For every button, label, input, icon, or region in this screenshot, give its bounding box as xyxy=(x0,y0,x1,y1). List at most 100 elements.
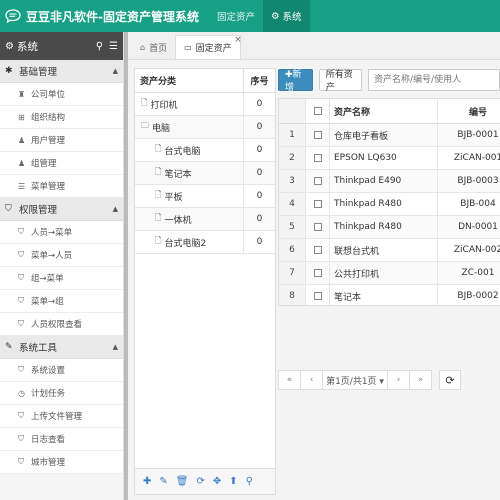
category-row[interactable]: 🗋 一体机 0 xyxy=(135,208,275,231)
sidebar-item-label: 菜单→人员 xyxy=(31,251,73,261)
category-column-header: 资产分类 xyxy=(135,69,244,92)
menu-item-icon: ⛉ xyxy=(18,273,24,282)
category-row[interactable]: 🗋 笔记本 0 xyxy=(135,162,275,185)
topnav-fixed-assets[interactable]: 固定资产 xyxy=(209,0,263,32)
sidebar-item-label: 日志查看 xyxy=(31,435,66,445)
category-row[interactable]: 🗋 平板 0 xyxy=(135,185,275,208)
sidebar-item[interactable]: ⛉ 菜单→组 xyxy=(0,290,123,313)
row-checkbox[interactable] xyxy=(306,239,330,261)
row-checkbox[interactable] xyxy=(306,147,330,169)
sidebar-item[interactable]: ⛉ 人员权限查看 xyxy=(0,313,123,336)
tab-fixed-assets[interactable]: ▭ 固定资产 × xyxy=(175,35,242,59)
category-name: 笔记本 xyxy=(164,169,192,180)
delete-icon[interactable]: 🗑 xyxy=(176,476,189,487)
caret-up-icon: ▲ xyxy=(112,205,118,213)
asset-name-cell: Thinkpad R480 xyxy=(330,216,438,238)
menu-item-icon: ⛉ xyxy=(18,457,24,466)
menu-item-icon: ♟ xyxy=(18,158,26,168)
edit-icon[interactable]: ✎ xyxy=(159,476,167,487)
top-bar: 豆豆非凡软件-固定资产管理系统 固定资产 ⚙ 系统 xyxy=(0,0,500,32)
table-row[interactable]: 1 仓库电子看板 BJB-0001 xyxy=(279,124,500,147)
sidebar-item[interactable]: ♟ 用户管理 xyxy=(0,129,123,152)
sidebar-item[interactable]: ⛉ 人员→菜单 xyxy=(0,221,123,244)
sidebar-item[interactable]: ⛉ 城市管理 xyxy=(0,451,123,474)
refresh-icon[interactable]: ⟳ xyxy=(196,476,204,487)
menu-item-icon: ♟ xyxy=(18,135,26,145)
row-number: 2 xyxy=(279,147,306,169)
row-number: 5 xyxy=(279,216,306,238)
first-page-button[interactable]: « xyxy=(278,370,301,390)
row-number: 4 xyxy=(279,193,306,215)
sidebar-item[interactable]: ⛉ 系统设置 xyxy=(0,359,123,382)
sidebar-item-label: 系统设置 xyxy=(31,366,66,376)
table-row[interactable]: 3 Thinkpad E490 BJB-0003 xyxy=(279,170,500,193)
asset-code-cell: BJB-004 xyxy=(460,199,496,209)
select-all-checkbox[interactable] xyxy=(306,99,330,123)
category-seq: 0 xyxy=(256,168,263,178)
add-asset-button[interactable]: ✚新增 xyxy=(278,69,313,93)
menu-item-icon: ♜ xyxy=(18,89,26,99)
sidebar-item-label: 菜单管理 xyxy=(31,182,66,192)
search-icon[interactable]: ⚲ xyxy=(96,41,103,52)
app-title: 豆豆非凡软件-固定资产管理系统 xyxy=(26,9,199,24)
sidebar-item[interactable]: ⊞ 组织结构 xyxy=(0,106,123,129)
row-checkbox[interactable] xyxy=(306,170,330,192)
move-icon[interactable]: ✥ xyxy=(213,476,221,487)
row-checkbox[interactable] xyxy=(306,262,330,284)
row-checkbox[interactable] xyxy=(306,193,330,215)
page-select[interactable]: 第1页/共1页 ▾ xyxy=(322,370,388,390)
asset-code-cell: DN-0001 xyxy=(458,222,498,232)
asset-code-cell: ZiCAN-001 xyxy=(453,153,500,163)
menu-item-icon: ⛉ xyxy=(18,319,24,328)
row-checkbox[interactable] xyxy=(306,216,330,238)
menu-item-icon: ☰ xyxy=(18,181,26,191)
table-row[interactable]: 8 笔记本 BJB-0002 xyxy=(279,285,500,305)
sidebar-section[interactable]: ✎ 系统工具 ▲ xyxy=(0,336,123,359)
refresh-icon[interactable]: ⟳ xyxy=(439,370,461,390)
name-column-header: 资产名称 xyxy=(330,99,438,123)
row-number: 1 xyxy=(279,124,306,146)
category-row[interactable]: 🗋 台式电脑 0 xyxy=(135,139,275,162)
sidebar-item[interactable]: ◷ 计划任务 xyxy=(0,382,123,405)
sidebar-item[interactable]: ♜ 公司单位 xyxy=(0,83,123,106)
category-row[interactable]: 🗀 电脑 0 xyxy=(135,116,275,139)
tab-home[interactable]: ⌂ 首页 xyxy=(132,35,175,59)
sidebar-item[interactable]: ♟ 组管理 xyxy=(0,152,123,175)
menu-item-icon: ◷ xyxy=(18,388,25,398)
next-page-button[interactable]: › xyxy=(387,370,410,390)
menu-item-icon: ⛉ xyxy=(18,227,24,236)
sidebar-section[interactable]: ✱ 基础管理 ▲ xyxy=(0,60,123,83)
asset-search-input[interactable] xyxy=(368,69,500,91)
sidebar-item-label: 城市管理 xyxy=(31,458,66,468)
prev-page-button[interactable]: ‹ xyxy=(300,370,323,390)
table-row[interactable]: 5 Thinkpad R480 DN-0001 xyxy=(279,216,500,239)
asset-name-cell: 仓库电子看板 xyxy=(330,124,438,146)
table-row[interactable]: 6 联想台式机 ZiCAN-002 xyxy=(279,239,500,262)
sidebar-item[interactable]: ⛉ 上传文件管理 xyxy=(0,405,123,428)
category-row[interactable]: 🗋 台式电脑2 0 xyxy=(135,231,275,254)
main-content: 资产分类 序号 🗋 打印机 0 🗀 电脑 0 🗋 台式电脑 0 🗋 笔记本 0 … xyxy=(128,60,500,500)
all-assets-button[interactable]: 所有资产 xyxy=(318,69,362,93)
table-row[interactable]: 4 Thinkpad R480 BJB-004 xyxy=(279,193,500,216)
row-checkbox[interactable] xyxy=(306,124,330,146)
category-row[interactable]: 🗋 打印机 0 xyxy=(135,93,275,116)
last-page-button[interactable]: » xyxy=(409,370,432,390)
sidebar-item[interactable]: ⛉ 日志查看 xyxy=(0,428,123,451)
close-icon[interactable]: × xyxy=(234,35,242,45)
table-row[interactable]: 2 EPSON LQ630 ZiCAN-001 xyxy=(279,147,500,170)
row-checkbox[interactable] xyxy=(306,285,330,305)
menu-icon[interactable]: ☰ xyxy=(109,41,118,52)
sidebar-item[interactable]: ⛉ 菜单→人员 xyxy=(0,244,123,267)
add-icon[interactable]: ✚ xyxy=(143,476,151,487)
code-column-header: 编号 xyxy=(468,107,487,118)
search-icon[interactable]: ⚲ xyxy=(246,476,253,487)
asset-code-cell: BJB-0003 xyxy=(457,176,499,186)
asset-name-cell: Thinkpad E490 xyxy=(330,170,438,192)
sidebar-item[interactable]: ☰ 菜单管理 xyxy=(0,175,123,198)
up-icon[interactable]: ⬆ xyxy=(229,476,237,487)
sidebar-item[interactable]: ⛉ 组→菜单 xyxy=(0,267,123,290)
table-row[interactable]: 7 公共打印机 ZC-001 xyxy=(279,262,500,285)
sidebar-section[interactable]: ⛉ 权限管理 ▲ xyxy=(0,198,123,221)
category-name: 打印机 xyxy=(150,100,178,111)
topnav-system[interactable]: ⚙ 系统 xyxy=(263,0,310,32)
